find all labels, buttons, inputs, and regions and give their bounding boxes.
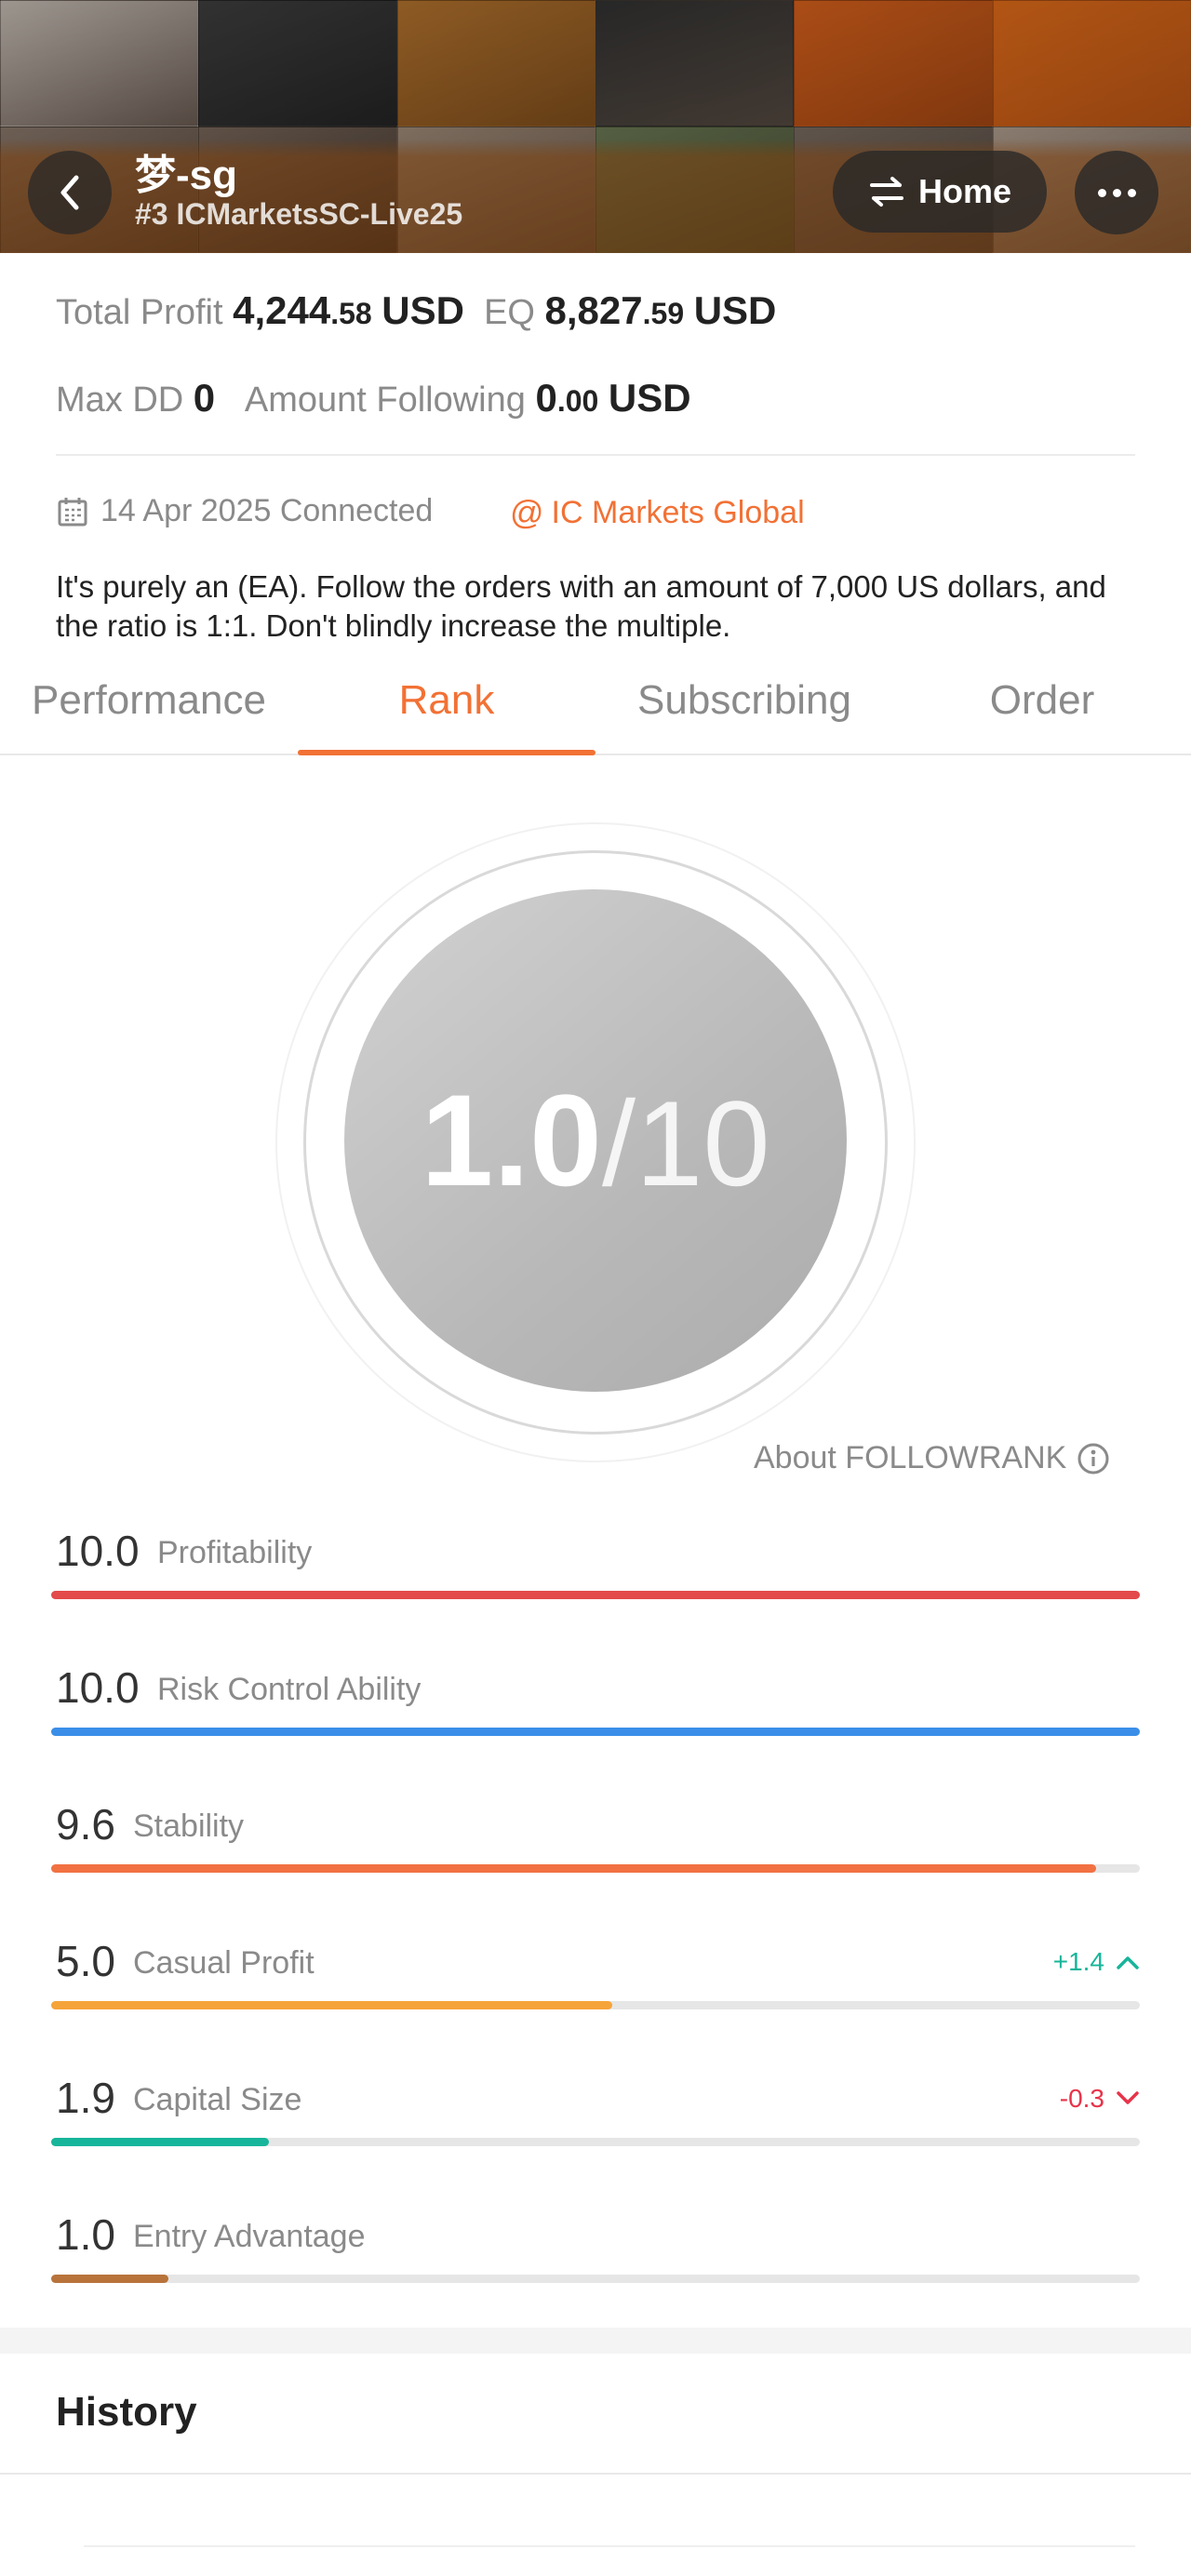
more-icon (1097, 188, 1136, 197)
connected-date: 14 Apr 2025 Connected (56, 493, 433, 529)
back-button[interactable] (28, 151, 112, 234)
max-dd-value: 0 (193, 376, 216, 420)
broker-name: IC Markets Global (551, 494, 805, 530)
tab-performance[interactable]: Performance (0, 670, 298, 755)
eq-decimals: .59 (642, 297, 685, 330)
swap-icon (869, 177, 903, 207)
metric-progress-fill (51, 1864, 1097, 1873)
metric-label: Casual Profit (133, 1945, 314, 1981)
metric-row: 10.0 Risk Control Ability (51, 1662, 1140, 1755)
metric-row: 5.0 Casual Profit +1.4 (51, 1936, 1140, 2029)
total-profit-value: 4,244 (233, 288, 331, 332)
metric-row: 10.0 Profitability (51, 1526, 1140, 1619)
amount-following-decimals: .00 (556, 384, 599, 418)
metric-row: 9.6 Stability (51, 1799, 1140, 1892)
stats-divider (56, 454, 1135, 456)
trader-name: 梦-sg (135, 153, 237, 198)
profile-header: 梦-sg #3 ICMarketsSC-Live25 Home (0, 0, 1191, 253)
info-icon (1077, 1443, 1109, 1474)
amount-following-value: 0 (535, 376, 557, 420)
metric-change-value: +1.4 (1052, 1947, 1104, 1976)
metric-progress-track (51, 2275, 1140, 2283)
metric-progress-fill (51, 1591, 1140, 1599)
followrank-score: 1.0/10 (344, 889, 847, 1392)
metric-progress-track (51, 1591, 1140, 1599)
trader-account: #3 ICMarketsSC-Live25 (135, 197, 463, 231)
at-icon: @ (510, 493, 544, 531)
metric-change-value: -0.3 (1059, 2084, 1104, 2113)
metric-label: Risk Control Ability (157, 1672, 422, 1707)
calendar-icon (58, 497, 87, 526)
metric-label: Profitability (157, 1535, 313, 1570)
amount-following-unit: USD (608, 376, 691, 420)
metric-change: +1.4 (1053, 1947, 1140, 1977)
home-button-label: Home (917, 172, 1012, 210)
metric-progress-fill (51, 2275, 169, 2283)
tab-bar: Performance Rank Subscribing Order (0, 670, 1191, 755)
chevron-down-icon (1117, 2091, 1139, 2104)
metric-value: 9.6 (56, 1800, 115, 1849)
broker-link[interactable]: @ IC Markets Global (510, 493, 805, 532)
metric-value: 1.0 (56, 2210, 115, 2259)
total-profit-unit: USD (381, 288, 464, 332)
history-row-divider (84, 2545, 1135, 2547)
max-dd-label: Max DD (56, 380, 184, 420)
eq-label: EQ (484, 293, 535, 332)
active-tab-indicator (298, 750, 596, 755)
section-separator (0, 2328, 1191, 2354)
metric-value: 1.9 (56, 2074, 115, 2122)
strategy-description: It's purely an (EA). Follow the orders w… (56, 569, 1106, 643)
score-value: 1.0 (421, 1067, 602, 1213)
total-profit-decimals: .58 (330, 297, 372, 330)
metric-label: Entry Advantage (133, 2219, 366, 2254)
more-options-button[interactable] (1075, 151, 1158, 234)
profit-row: Total Profit 4,244.58 USD EQ 8,827.59 US… (56, 288, 1135, 333)
tab-subscribing[interactable]: Subscribing (596, 670, 893, 755)
about-followrank-link[interactable]: About FOLLOWRANK (754, 1440, 1111, 1476)
metric-progress-track (51, 2138, 1140, 2146)
metric-value: 5.0 (56, 1937, 115, 1985)
history-title: History (56, 2389, 197, 2435)
chevron-left-icon (60, 175, 79, 210)
drawdown-row: Max DD 0 Amount Following 0.00 USD (56, 376, 1135, 420)
metric-progress-fill (51, 1728, 1140, 1736)
home-button[interactable]: Home (833, 151, 1047, 233)
tab-rank[interactable]: Rank (298, 670, 596, 755)
total-profit-label: Total Profit (56, 293, 223, 332)
eq-value: 8,827 (544, 288, 643, 332)
eq-unit: USD (693, 288, 777, 332)
metric-row: 1.9 Capital Size -0.3 (51, 2073, 1140, 2166)
metric-progress-fill (51, 2138, 269, 2146)
metric-progress-track (51, 1864, 1140, 1873)
history-divider (0, 2473, 1191, 2475)
metric-change: -0.3 (1060, 2084, 1140, 2114)
chevron-up-icon (1117, 1956, 1139, 1969)
tab-order[interactable]: Order (893, 670, 1191, 755)
metric-value: 10.0 (56, 1663, 140, 1712)
metric-row: 1.0 Entry Advantage (51, 2209, 1140, 2302)
metric-progress-track (51, 1728, 1140, 1736)
metric-label: Capital Size (133, 2082, 302, 2117)
score-max: /10 (601, 1075, 770, 1211)
metric-progress-fill (51, 2001, 612, 2009)
connected-text: 14 Apr 2025 Connected (100, 493, 434, 528)
metric-label: Stability (133, 1809, 245, 1844)
about-followrank-label: About FOLLOWRANK (754, 1440, 1067, 1475)
metric-value: 10.0 (56, 1527, 140, 1575)
metric-progress-track (51, 2001, 1140, 2009)
amount-following-label: Amount Following (244, 380, 526, 420)
